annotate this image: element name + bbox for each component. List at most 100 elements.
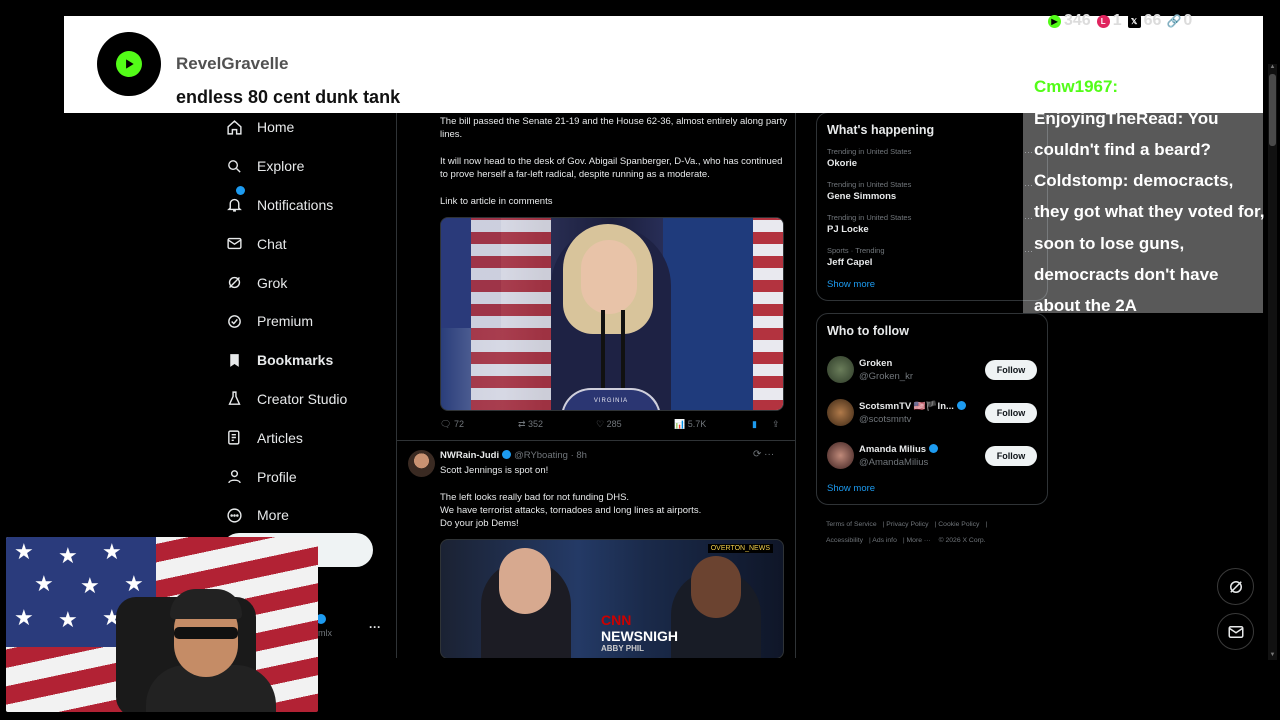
follow-button[interactable]: Follow — [985, 403, 1037, 423]
verified-icon — [956, 400, 966, 410]
sidebar-item-home[interactable]: Home — [222, 108, 392, 147]
bookmark-icon[interactable]: ▮ — [752, 419, 757, 430]
chat-message: Cmw1967: Your a wop — [1034, 71, 1266, 102]
sidebar-item-creator-studio[interactable]: Creator Studio — [222, 380, 392, 419]
like-button[interactable]: ♡ 285 — [596, 419, 622, 430]
x-count: 66 — [1143, 12, 1162, 29]
view-count: 5.7K — [687, 419, 707, 429]
avatar[interactable] — [827, 356, 854, 383]
footer-link[interactable]: More ··· — [907, 537, 931, 544]
timeline-feed: The bill passed the Senate 21-19 and the… — [396, 110, 796, 658]
tweet-text: We have terrorist attacks, tornadoes and… — [440, 505, 702, 516]
tweet-author[interactable]: NWRain-Judi @RYboating · 8h — [440, 450, 587, 461]
trend-topic: PJ Locke — [827, 224, 869, 235]
trend-item[interactable]: Trending in United States Okorie ··· — [827, 147, 1037, 169]
microphone — [621, 310, 625, 390]
tweet-image[interactable]: VIRGINIA — [440, 217, 784, 411]
footer-links: Terms of Service | Privacy Policy | Cookie… — [826, 521, 988, 544]
scroll-up-icon[interactable]: ▲ — [1268, 64, 1277, 70]
sidebar-item-bookmarks[interactable]: Bookmarks — [222, 341, 392, 380]
reply-button[interactable]: 🗨 72 — [440, 419, 464, 430]
account-name: ScotsmnTV 🇺🇸🏴In... — [859, 400, 954, 412]
chat-messages: @war24angel Cmw1967: Your a wop Enjoying… — [1034, 40, 1266, 322]
chat-message: @war24angel — [1034, 40, 1266, 71]
news-show: NEWSNIGH — [601, 628, 678, 644]
follow-suggestion[interactable]: Amanda Milius @AmandaMilius Follow — [827, 434, 1037, 477]
grok-button[interactable] — [1217, 568, 1254, 605]
footer-link[interactable]: Privacy Policy — [886, 521, 928, 528]
verified-icon — [929, 443, 939, 453]
divider — [397, 440, 795, 441]
follow-suggestion[interactable]: ScotsmnTV 🇺🇸🏴In... @scotsmntv Follow — [827, 391, 1037, 434]
news-brand: CNN — [601, 612, 632, 628]
scroll-down-icon[interactable]: ▼ — [1268, 652, 1277, 658]
trend-context: Sports · Trending — [827, 246, 885, 255]
trend-topic: Okorie — [827, 158, 858, 169]
grok-icon — [1229, 580, 1242, 593]
author-handle: @RYboating · 8h — [514, 450, 587, 461]
sidebar-item-explore[interactable]: Explore — [222, 147, 392, 186]
bell-icon — [226, 196, 252, 214]
avatar[interactable] — [827, 442, 854, 469]
tweet-actions: 🗨 72 ⇄ 352 ♡ 285 📊 5.7K ▮ ⇪ — [440, 418, 784, 434]
author-name: NWRain-Judi — [440, 450, 500, 461]
viewer-count: 346 — [1064, 12, 1091, 29]
tweet-menu-icon[interactable]: ⟳ ··· — [753, 449, 774, 460]
sidebar-item-profile[interactable]: Profile — [222, 457, 392, 496]
views-button[interactable]: 📊 5.7K — [674, 419, 706, 430]
premium-icon — [226, 312, 252, 330]
like-count: 285 — [606, 419, 622, 429]
account-name: Groken — [859, 357, 893, 369]
account-menu-icon[interactable]: ··· — [369, 620, 381, 634]
chat-text: democracts, they got what they voted for… — [1034, 171, 1265, 316]
sidebar-item-grok[interactable]: Grok — [222, 263, 392, 302]
sidebar-item-more[interactable]: More — [222, 496, 392, 535]
mail-icon — [1228, 625, 1243, 638]
who-to-follow-box: Who to follow Groken @Groken_kr Follow S… — [816, 313, 1048, 505]
follow-suggestion[interactable]: Groken @Groken_kr Follow — [827, 348, 1037, 391]
sidebar-item-label: Notifications — [257, 196, 334, 213]
sidebar-item-label: Home — [257, 119, 295, 136]
footer-link[interactable]: Accessibility — [826, 537, 863, 544]
sidebar-item-premium[interactable]: Premium — [222, 302, 392, 341]
sidebar-item-label: Chat — [257, 235, 287, 252]
sidebar-item-notifications[interactable]: Notifications — [222, 186, 392, 225]
repost-button[interactable]: ⇄ 352 — [518, 419, 543, 430]
home-icon — [226, 118, 252, 136]
x-stat: 𝕏 66 — [1127, 12, 1162, 30]
footer-link[interactable]: Ads info — [872, 537, 897, 544]
copyright: © 2026 X Corp. — [938, 537, 986, 544]
link-count: 0 — [1183, 12, 1193, 29]
messages-button[interactable] — [1217, 613, 1254, 650]
follow-button[interactable]: Follow — [985, 446, 1037, 466]
bookmark-icon — [226, 351, 252, 369]
speaker-face — [581, 240, 637, 314]
news-logo: CNN NEWSNIGH ABBY PHIL — [601, 612, 678, 653]
trend-item[interactable]: Trending in United States PJ Locke ··· — [827, 213, 1037, 235]
sidebar-item-articles[interactable]: Articles — [222, 418, 392, 457]
footer-link[interactable]: Cookie Policy — [938, 521, 979, 528]
verified-icon — [502, 450, 512, 459]
footer-link[interactable]: Terms of Service — [826, 521, 877, 528]
trend-item[interactable]: Sports · Trending Jeff Capel ··· — [827, 246, 1037, 268]
follow-button[interactable]: Follow — [985, 360, 1037, 380]
sidebar-item-chat[interactable]: Chat — [222, 224, 392, 263]
avatar[interactable] — [827, 399, 854, 426]
scrollbar-thumb[interactable] — [1269, 74, 1276, 146]
show-more-link[interactable]: Show more — [827, 483, 1037, 494]
stream-stats: ▶ 346 L1 𝕏 66 🔗 0 — [1048, 11, 1192, 31]
share-icon[interactable]: ⇪ — [772, 419, 780, 430]
sidebar-item-label: Creator Studio — [257, 390, 348, 407]
chat-message: EnjoyingTheRead: You couldn't find a bea… — [1034, 103, 1266, 166]
sidebar-item-label: Bookmarks — [257, 352, 334, 369]
subs-count: 1 — [1112, 12, 1122, 29]
show-more-link[interactable]: Show more — [827, 279, 1037, 290]
tweet-image[interactable]: OVERTON_NEWS CNN NEWSNIGH ABBY PHIL — [440, 539, 784, 658]
trend-topic: Gene Simmons — [827, 191, 897, 202]
page-scrollbar[interactable]: ▲ ▼ — [1268, 64, 1277, 660]
trend-item[interactable]: Trending in United States Gene Simmons ·… — [827, 180, 1037, 202]
sidebar-item-label: Premium — [257, 313, 314, 330]
x-logo-icon: 𝕏 — [1127, 14, 1141, 28]
tweet-text: The bill passed the Senate 21-19 and the… — [440, 116, 787, 140]
avatar[interactable] — [408, 450, 435, 477]
